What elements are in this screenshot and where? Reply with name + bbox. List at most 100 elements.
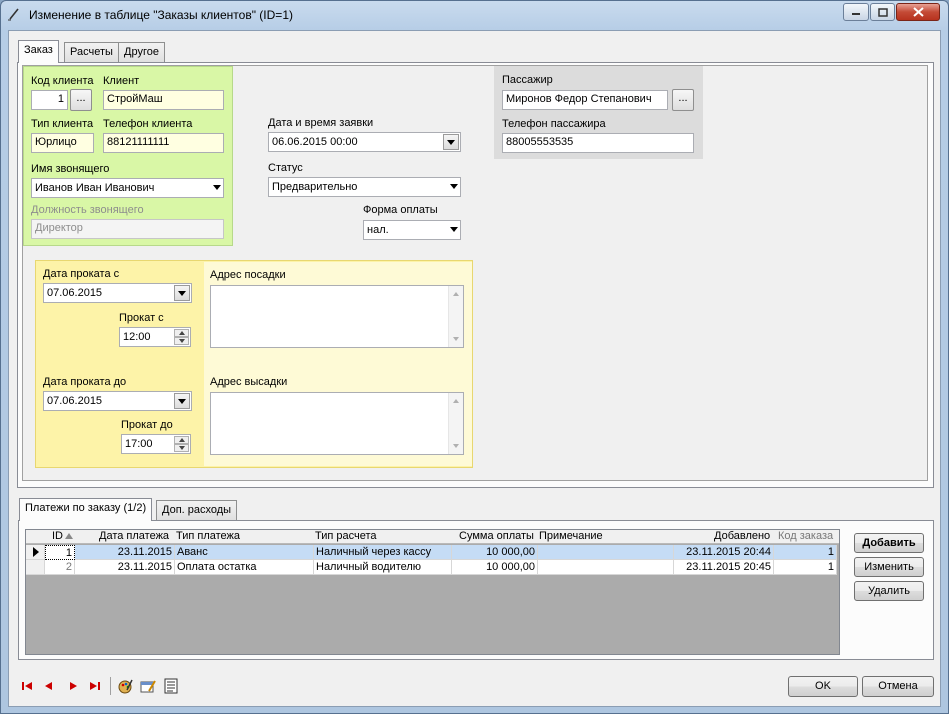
caller-name-combo[interactable]: Иванов Иван Иванович <box>31 178 224 198</box>
row-indicator <box>26 545 45 560</box>
rental-time-to-spinner[interactable]: 17:00 <box>121 434 191 454</box>
edit-payment-button[interactable]: Изменить <box>854 557 924 577</box>
cell-settlement-type[interactable]: Наличный через кассу <box>314 545 452 560</box>
cell-amount[interactable]: 10 000,00 <box>452 560 538 575</box>
title-bar[interactable]: Изменение в таблице "Заказы клиентов" (I… <box>1 1 948 29</box>
last-record-icon <box>90 682 100 690</box>
cell-added[interactable]: 23.11.2015 20:45 <box>674 560 774 575</box>
chevron-down-icon <box>447 140 455 145</box>
col-header-payment-type[interactable]: Тип платежа <box>176 530 240 544</box>
prev-record-button[interactable] <box>40 677 58 695</box>
chevron-down-icon <box>178 399 186 404</box>
client-code-input[interactable]: 1 <box>31 90 68 110</box>
status-combo[interactable]: Предварительно <box>268 177 461 197</box>
passenger-lookup-button[interactable]: ... <box>672 89 694 111</box>
client-type-input[interactable]: Юрлицо <box>31 133 94 153</box>
cell-id[interactable]: 1 <box>45 545 75 560</box>
client-phone-input[interactable]: 88121111111 <box>103 133 224 153</box>
payment-form-label: Форма оплаты <box>363 204 438 216</box>
pickup-address-scrollbar[interactable] <box>448 286 463 347</box>
cell-payment-date[interactable]: 23.11.2015 <box>75 560 175 575</box>
calendar-dropdown-button[interactable] <box>174 393 190 409</box>
caller-position-input[interactable]: Директор <box>31 219 224 239</box>
payment-form-value: нал. <box>367 224 389 236</box>
close-button[interactable] <box>896 3 940 21</box>
client-name-input[interactable]: СтройМаш <box>103 90 224 110</box>
report-button[interactable] <box>162 677 180 695</box>
cell-note[interactable] <box>538 545 674 560</box>
cell-id[interactable]: 2 <box>45 560 75 575</box>
first-record-button[interactable] <box>18 677 36 695</box>
tab-other[interactable]: Другое <box>118 42 165 62</box>
edit-card-button[interactable] <box>139 677 157 695</box>
payments-grid[interactable]: ID Дата платежа Тип платежа Тип расчета … <box>25 529 840 655</box>
col-header-payment-date[interactable]: Дата платежа <box>99 530 169 544</box>
passenger-label: Пассажир <box>502 74 553 86</box>
rental-date-from-picker[interactable]: 07.06.2015 <box>43 283 192 303</box>
minimize-button[interactable] <box>843 3 869 21</box>
table-row[interactable]: 2 23.11.2015 Оплата остатка Наличный вод… <box>26 560 839 575</box>
passenger-input[interactable]: Миронов Федор Степанович <box>502 90 668 110</box>
caller-position-label: Должность звонящего <box>31 204 144 216</box>
tab-order[interactable]: Заказ <box>18 40 59 63</box>
tab-payments[interactable]: Платежи по заказу (1/2) <box>19 498 153 521</box>
col-header-order-code[interactable]: Код заказа <box>778 530 833 544</box>
palette-button[interactable] <box>116 677 134 695</box>
palette-icon <box>118 679 133 694</box>
client-type-label: Тип клиента <box>31 118 94 130</box>
tab-extra-expenses[interactable]: Доп. расходы <box>156 500 238 520</box>
client-code-lookup-button[interactable]: ... <box>70 89 92 111</box>
rental-time-from-label: Прокат с <box>119 312 164 324</box>
pickup-address-memo[interactable] <box>210 285 464 348</box>
passenger-phone-input[interactable]: 88005553535 <box>502 133 694 153</box>
col-header-amount[interactable]: Сумма оплаты <box>459 530 534 544</box>
delete-payment-button[interactable]: Удалить <box>854 581 924 601</box>
calendar-dropdown-button[interactable] <box>174 285 190 301</box>
client-code-label: Код клиента <box>31 75 94 87</box>
row-indicator <box>26 560 45 575</box>
ok-button[interactable]: OK <box>788 676 858 697</box>
first-record-icon <box>22 682 32 690</box>
last-record-button[interactable] <box>86 677 104 695</box>
spin-down-icon[interactable] <box>174 337 189 345</box>
col-header-note[interactable]: Примечание <box>539 530 603 544</box>
cell-settlement-type[interactable]: Наличный водителю <box>314 560 452 575</box>
payments-tab-panel: ID Дата платежа Тип платежа Тип расчета … <box>18 520 934 660</box>
scroll-down-icon <box>453 337 459 341</box>
spin-up-icon[interactable] <box>174 329 189 337</box>
spin-up-icon[interactable] <box>174 436 189 444</box>
cell-payment-type[interactable]: Оплата остатка <box>175 560 314 575</box>
cell-payment-date[interactable]: 23.11.2015 <box>75 545 175 560</box>
cell-note[interactable] <box>538 560 674 575</box>
next-record-button[interactable] <box>64 677 82 695</box>
scroll-up-icon <box>453 292 459 296</box>
rental-date-to-picker[interactable]: 07.06.2015 <box>43 391 192 411</box>
close-icon <box>912 7 924 17</box>
cell-added[interactable]: 23.11.2015 20:44 <box>674 545 774 560</box>
tab-calculations[interactable]: Расчеты <box>64 42 119 62</box>
status-label: Статус <box>268 162 303 174</box>
cell-order-code[interactable]: 1 <box>774 560 837 575</box>
spin-down-icon[interactable] <box>174 444 189 452</box>
col-header-id[interactable]: ID <box>52 530 63 544</box>
request-date-picker[interactable]: 06.06.2015 00:00 <box>268 132 461 152</box>
cell-payment-type[interactable]: Аванс <box>175 545 314 560</box>
client-phone-label: Телефон клиента <box>103 118 193 130</box>
cell-amount[interactable]: 10 000,00 <box>452 545 538 560</box>
col-header-settlement-type[interactable]: Тип расчета <box>315 530 377 544</box>
grid-header: ID Дата платежа Тип платежа Тип расчета … <box>26 530 839 544</box>
add-payment-button[interactable]: Добавить <box>854 533 924 553</box>
table-row[interactable]: 1 23.11.2015 Аванс Наличный через кассу … <box>26 545 839 560</box>
maximize-button[interactable] <box>870 3 895 21</box>
col-header-added[interactable]: Добавлено <box>714 530 770 544</box>
dropoff-address-scrollbar[interactable] <box>448 393 463 454</box>
record-navigator <box>18 677 198 697</box>
passenger-phone-label: Телефон пассажира <box>502 118 606 130</box>
calendar-dropdown-button[interactable] <box>443 134 459 150</box>
dropoff-address-memo[interactable] <box>210 392 464 455</box>
cancel-button[interactable]: Отмена <box>862 676 934 697</box>
rental-time-from-spinner[interactable]: 12:00 <box>119 327 191 347</box>
payment-form-combo[interactable]: нал. <box>363 220 461 240</box>
chevron-down-icon <box>450 227 458 232</box>
cell-order-code[interactable]: 1 <box>774 545 837 560</box>
